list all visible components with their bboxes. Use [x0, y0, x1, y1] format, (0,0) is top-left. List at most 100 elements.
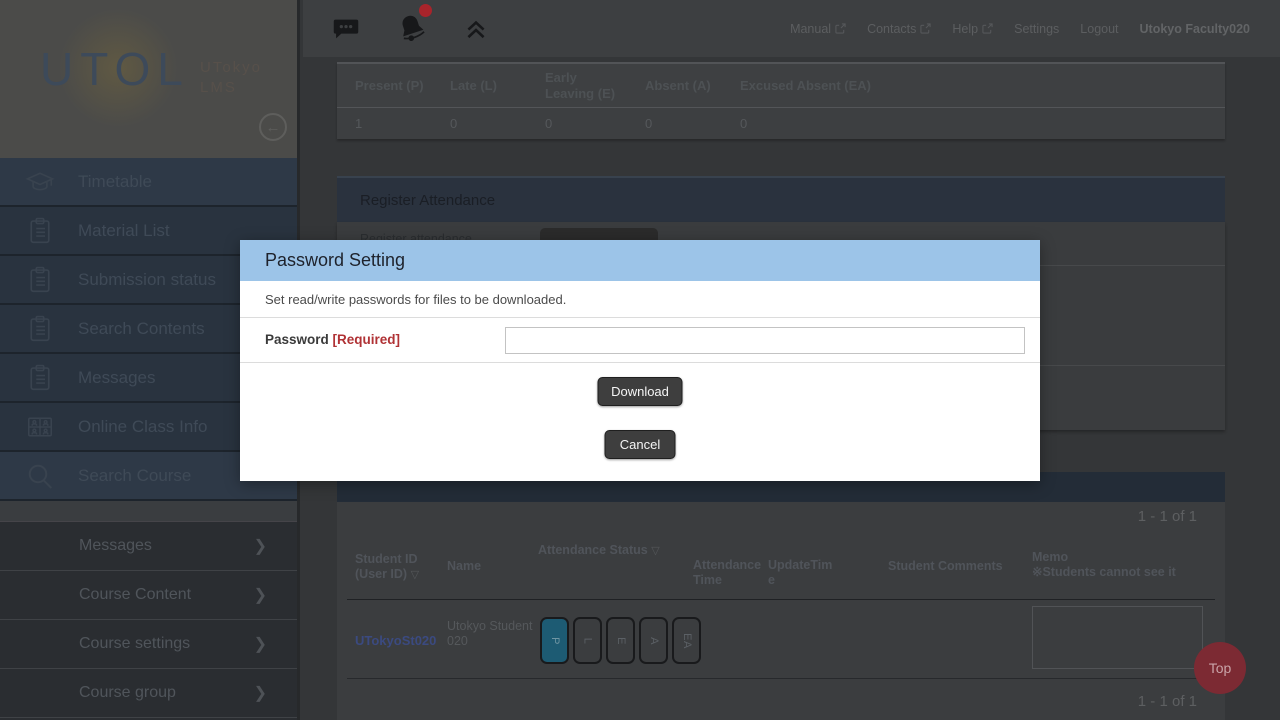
summary-values-row: 1 0 0 0 0 — [337, 108, 1225, 139]
col-header-name: Name — [447, 559, 481, 574]
col-header-attendance-status[interactable]: Attendance Status ▽ — [538, 543, 660, 559]
sidebar-item-label: Submission status — [78, 270, 216, 290]
external-link-icon — [835, 23, 846, 34]
modal-header: Password Setting — [240, 240, 1040, 281]
sidebar-item-label: Messages — [79, 537, 152, 555]
sidebar-item-label: Course settings — [79, 635, 190, 653]
back-arrow-icon: ← — [266, 119, 281, 136]
chevron-right-icon: ❯ — [254, 634, 267, 654]
table-header-divider — [347, 599, 1215, 600]
modal-buttons: Download Cancel — [240, 363, 1040, 480]
status-button-late[interactable]: L — [573, 617, 602, 664]
clipboard-icon — [20, 313, 60, 345]
summary-header-row: Present (P) Late (L) Early Leaving (E) A… — [337, 64, 1225, 108]
help-link[interactable]: Help — [952, 22, 993, 36]
download-button[interactable]: Download — [598, 377, 683, 406]
sidebar-item-messages-sub[interactable]: Messages ❯ — [0, 522, 297, 571]
chat-icon[interactable] — [331, 15, 361, 43]
clipboard-icon — [20, 215, 60, 247]
modal-description-row: Set read/write passwords for files to be… — [240, 281, 1040, 318]
settings-link[interactable]: Settings — [1014, 22, 1059, 36]
people-grid-icon — [20, 412, 60, 442]
sidebar-item-label: Search Course — [78, 466, 191, 486]
clipboard-icon — [20, 264, 60, 296]
status-button-absent[interactable]: A — [639, 617, 668, 664]
sidebar-collapse-button[interactable]: ← — [259, 113, 287, 141]
cancel-button[interactable]: Cancel — [605, 430, 676, 459]
external-link-icon — [920, 23, 931, 34]
pagination-top: 1 - 1 of 1 — [1138, 508, 1197, 525]
logo-area: UTOL UTokyo LMS ← — [0, 0, 297, 158]
pagination-bottom: 1 - 1 of 1 — [1138, 693, 1197, 710]
magnifier-icon — [20, 460, 60, 492]
sort-icon[interactable]: ▽ — [411, 569, 419, 581]
chevron-right-icon: ❯ — [254, 536, 267, 556]
sidebar-item-label: Timetable — [78, 172, 152, 192]
password-form-row: Password [Required] — [240, 318, 1040, 363]
col-header-update-time: UpdateTime — [768, 558, 834, 588]
topbar: Manual Contacts Help — [303, 0, 1280, 57]
col-header-student-id[interactable]: Student ID (User ID) ▽ — [355, 552, 419, 583]
modal-title: Password Setting — [265, 250, 405, 271]
status-button-early-leaving[interactable]: E — [606, 617, 635, 664]
attendance-status-buttons: P L E A EA — [540, 617, 701, 664]
attendance-summary-panel: Present (P) Late (L) Early Leaving (E) A… — [337, 62, 1225, 139]
summary-header-excused-absent: Excused Absent (EA) — [722, 78, 922, 94]
sidebar-item-label: Material List — [78, 221, 170, 241]
summary-header-present: Present (P) — [337, 78, 432, 94]
summary-header-late: Late (L) — [432, 78, 527, 94]
summary-value-late: 0 — [432, 116, 527, 131]
sidebar-item-label: Online Class Info — [78, 417, 207, 437]
sidebar-item-course-settings[interactable]: Course settings ❯ — [0, 620, 297, 669]
sidebar-item-course-content[interactable]: Course Content ❯ — [0, 571, 297, 620]
student-id-link[interactable]: UTokyoSt020 — [355, 633, 436, 648]
sidebar-item-label: Search Contents — [78, 319, 205, 339]
sidebar-item-label: Course Content — [79, 586, 191, 604]
utol-lms-page: UTOL UTokyo LMS ← Timetable — [0, 0, 1280, 720]
graduation-cap-icon — [20, 167, 60, 197]
summary-value-present: 1 — [337, 116, 432, 131]
table-row-divider — [347, 678, 1215, 679]
summary-header-early-leaving: Early Leaving (E) — [527, 70, 627, 102]
utol-logo: UTOL — [40, 42, 190, 96]
collapse-header-icon[interactable] — [463, 16, 489, 42]
logo-subtitle: UTokyo LMS — [200, 58, 262, 98]
sort-icon[interactable]: ▽ — [651, 545, 659, 557]
notification-bell-icon[interactable] — [395, 11, 429, 47]
register-attendance-title: Register Attendance — [360, 192, 495, 209]
status-button-present[interactable]: P — [540, 617, 569, 664]
sidebar-item-label: Course group — [79, 684, 176, 702]
chevron-right-icon: ❯ — [254, 683, 267, 703]
modal-description: Set read/write passwords for files to be… — [265, 292, 566, 307]
external-link-icon — [982, 23, 993, 34]
col-header-attendance-time: AttendanceTime — [693, 558, 765, 588]
sidebar-gap — [0, 501, 297, 522]
summary-value-absent: 0 — [627, 116, 722, 131]
memo-textarea[interactable] — [1032, 606, 1203, 669]
clipboard-icon — [20, 362, 60, 394]
scroll-to-top-button[interactable]: Top — [1194, 642, 1246, 694]
col-header-student-comments: Student Comments — [888, 559, 1003, 574]
topbar-links: Manual Contacts Help — [790, 0, 1250, 57]
student-name: Utokyo Student020 — [447, 619, 535, 649]
topbar-icons — [331, 0, 489, 57]
chevron-right-icon: ❯ — [254, 585, 267, 605]
manual-link[interactable]: Manual — [790, 22, 846, 36]
attendance-list-panel: 1 - 1 of 1 Student ID (User ID) ▽ Name A… — [337, 502, 1225, 720]
status-button-excused-absent[interactable]: EA — [672, 617, 701, 664]
sidebar-item-course-group[interactable]: Course group ❯ — [0, 669, 297, 718]
sidebar-item-timetable[interactable]: Timetable — [0, 158, 297, 207]
sidebar-item-label: Messages — [78, 368, 155, 388]
summary-value-early-leaving: 0 — [527, 116, 627, 131]
password-label: Password [Required] — [265, 332, 400, 347]
required-label: [Required] — [333, 332, 401, 347]
password-input[interactable] — [505, 327, 1025, 354]
notification-badge — [419, 4, 432, 17]
summary-value-excused-absent: 0 — [722, 116, 922, 131]
summary-header-absent: Absent (A) — [627, 78, 722, 94]
col-header-memo: Memo ※Students cannot see it — [1032, 550, 1176, 580]
logout-link[interactable]: Logout — [1080, 22, 1118, 36]
contacts-link[interactable]: Contacts — [867, 22, 931, 36]
password-setting-modal: Password Setting Set read/write password… — [240, 240, 1040, 481]
register-attendance-header: Register Attendance — [337, 176, 1225, 222]
